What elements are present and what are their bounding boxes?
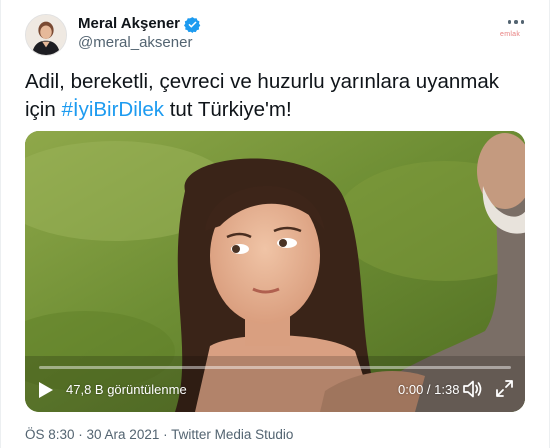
video-controls: 47,8 B görüntülenme 0:00 / 1:38 [25,366,525,412]
tweet-meta: ÖS 8:30 · 30 Ara 2021 · Twitter Media St… [25,426,293,443]
video-player[interactable]: 47,8 B görüntülenme 0:00 / 1:38 [25,131,525,412]
fullscreen-icon[interactable] [495,379,514,398]
avatar[interactable] [25,14,67,56]
hashtag-link[interactable]: #İyiBirDilek [61,98,164,121]
tweet-text: Adil, bereketli, çevreci ve huzurlu yarı… [25,68,525,124]
volume-icon[interactable] [463,380,483,398]
meta-separator: · [159,427,172,442]
tweet-date[interactable]: 30 Ara 2021 [87,427,160,442]
author-name-row[interactable]: Meral Akşener [78,15,201,33]
watermark-logo: emlak [500,31,521,38]
tweet-card: Meral Akşener @meral_aksener emlak Adil,… [0,0,550,448]
tweet-time[interactable]: ÖS 8:30 [25,427,75,442]
tweet-text-after: tut Türkiye'm! [164,98,292,121]
meta-separator: · [74,427,87,442]
author-handle[interactable]: @meral_aksener [78,34,192,52]
play-icon[interactable] [38,381,54,399]
view-count: 47,8 B görüntülenme [66,382,187,397]
author-display-name[interactable]: Meral Akşener [78,15,180,33]
more-icon[interactable] [504,12,528,32]
tweet-source: Twitter Media Studio [171,427,294,442]
verified-badge-icon [184,16,201,33]
video-time: 0:00 / 1:38 [398,382,460,397]
